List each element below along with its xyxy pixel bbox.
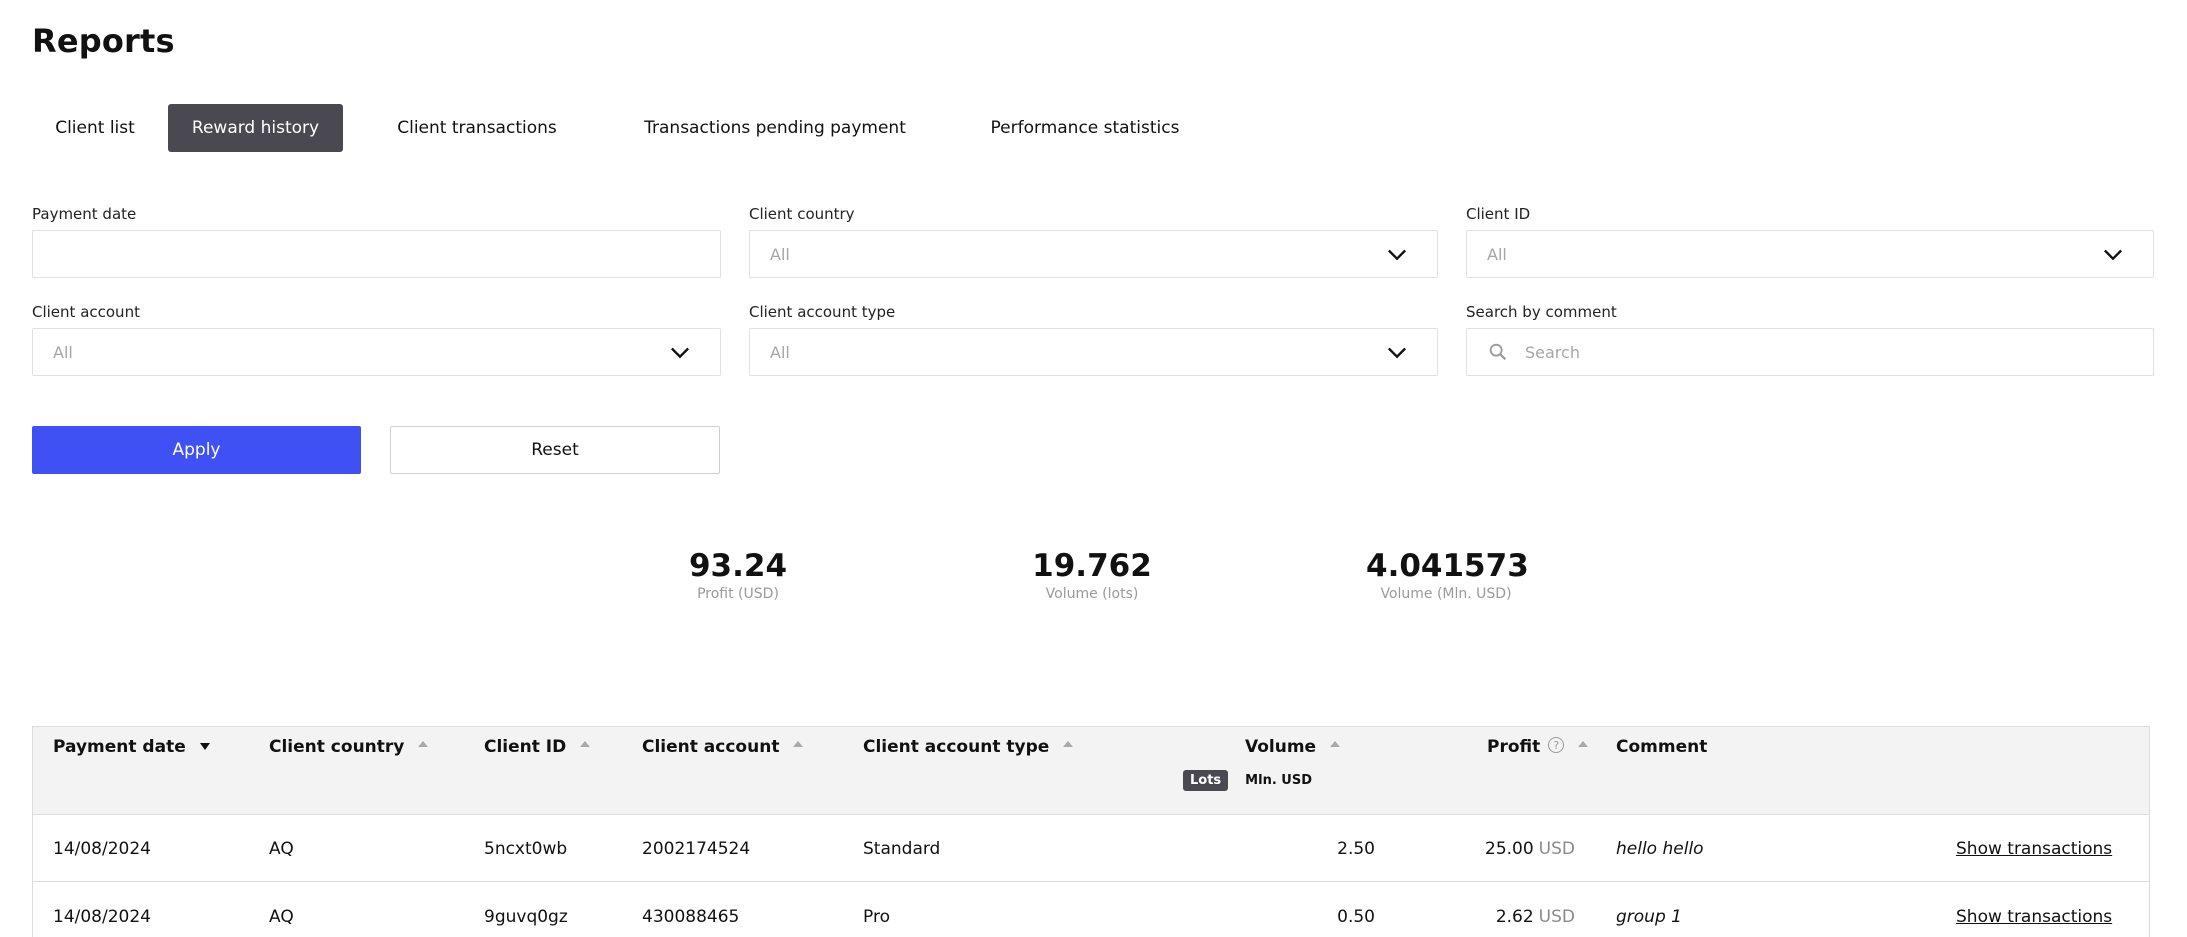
unit-lots-option[interactable]: Lots: [1183, 770, 1229, 791]
search-placeholder: Search: [1525, 342, 1580, 362]
cell-client-id: 9guvq0gz: [484, 906, 568, 927]
cell-profit: 25.00 USD: [1413, 815, 1575, 882]
client-account-type-value: All: [770, 342, 790, 362]
sort-asc-icon: [1063, 741, 1074, 747]
show-transactions-link-label[interactable]: Show transactions: [1956, 907, 2112, 927]
col-payment-date[interactable]: Payment date: [53, 737, 210, 757]
cell-profit-value: 25.00: [1485, 838, 1534, 859]
client-account-select[interactable]: All: [32, 328, 721, 376]
report-tabs: Client list Reward history Client transa…: [32, 104, 1221, 152]
summary-volume-usd: 4.041573 Volume (Mln. USD): [1366, 548, 1529, 602]
col-payment-date-label: Payment date: [53, 737, 186, 757]
summary-profit-label: Profit (USD): [697, 586, 779, 602]
client-id-value: All: [1487, 244, 1507, 264]
table-row: 14/08/2024 AQ 9guvq0gz 430088465 Pro 0.5…: [33, 883, 2149, 937]
cell-client-country: AQ: [269, 906, 294, 927]
tab-reward-history[interactable]: Reward history: [168, 104, 343, 152]
col-client-account-type[interactable]: Client account type: [863, 737, 1074, 757]
col-profit[interactable]: Profit?: [1487, 737, 1589, 757]
sort-asc-icon: [580, 741, 591, 747]
client-account-type-label: Client account type: [749, 303, 896, 321]
sort-desc-icon: [199, 742, 210, 750]
cell-profit-value: 2.62: [1495, 906, 1534, 927]
sort-asc-icon: [418, 741, 429, 747]
tab-client-transactions[interactable]: Client transactions: [353, 104, 601, 152]
client-account-label: Client account: [32, 303, 140, 321]
col-volume[interactable]: Volume: [1245, 737, 1341, 757]
tab-transactions-pending-payment[interactable]: Transactions pending payment: [611, 104, 939, 152]
summary-profit: 93.24 Profit (USD): [678, 548, 798, 602]
client-account-type-select[interactable]: All: [749, 328, 1438, 376]
col-client-account-label: Client account: [642, 737, 780, 757]
help-icon[interactable]: ?: [1548, 737, 1565, 753]
sort-asc-icon: [1330, 741, 1341, 747]
reset-button[interactable]: Reset: [390, 426, 720, 474]
summary-volume-lots-value: 19.762: [1032, 548, 1152, 584]
summary-profit-value: 93.24: [688, 548, 788, 584]
cell-profit-currency: USD: [1538, 906, 1575, 927]
summary-volume-lots: 19.762 Volume (lots): [1032, 548, 1152, 602]
cell-comment: hello hello: [1616, 838, 1704, 859]
client-country-select[interactable]: All: [749, 230, 1438, 278]
cell-volume: 2.50: [1337, 838, 1375, 859]
col-profit-label: Profit: [1487, 737, 1541, 757]
unit-mln-usd-option[interactable]: Mln. USD: [1238, 770, 1319, 791]
table-header: Payment date Client country Client ID Cl…: [33, 727, 2149, 815]
cell-client-account: 430088465: [642, 906, 740, 927]
sort-asc-icon: [793, 741, 804, 747]
search-by-comment-input[interactable]: Search: [1466, 328, 2154, 376]
client-id-label: Client ID: [1466, 205, 1531, 223]
client-country-value: All: [770, 244, 790, 264]
cell-client-account-type: Standard: [863, 838, 941, 859]
chevron-down-icon: [2104, 249, 2122, 261]
search-by-comment-label: Search by comment: [1466, 303, 1617, 321]
cell-client-country: AQ: [269, 838, 294, 859]
col-comment: Comment: [1616, 737, 1708, 757]
cell-client-account: 2002174524: [642, 838, 751, 859]
search-icon: [1489, 343, 1507, 361]
cell-payment-date: 14/08/2024: [53, 906, 151, 927]
tab-client-list[interactable]: Client list: [32, 104, 158, 152]
tab-performance-statistics[interactable]: Performance statistics: [949, 104, 1221, 152]
col-client-account-type-label: Client account type: [863, 737, 1050, 757]
summary-volume-usd-value: 4.041573: [1366, 548, 1529, 584]
show-transactions-link[interactable]: Show transactions: [1956, 883, 2112, 937]
payment-date-field[interactable]: [32, 230, 721, 278]
summary-volume-lots-label: Volume (lots): [1045, 586, 1139, 602]
col-client-id[interactable]: Client ID: [484, 737, 591, 757]
payment-date-label: Payment date: [32, 205, 137, 223]
col-client-country[interactable]: Client country: [269, 737, 429, 757]
show-transactions-link[interactable]: Show transactions: [1956, 815, 2112, 882]
cell-payment-date: 14/08/2024: [53, 838, 151, 859]
summary-volume-usd-label: Volume (Mln. USD): [1380, 586, 1512, 602]
col-volume-label: Volume: [1245, 737, 1317, 757]
chevron-down-icon: [671, 347, 689, 359]
page-title: Reports: [32, 22, 175, 60]
col-client-country-label: Client country: [269, 737, 405, 757]
chevron-down-icon: [1388, 249, 1406, 261]
table-row: 14/08/2024 AQ 5ncxt0wb 2002174524 Standa…: [33, 815, 2149, 882]
reward-history-table: Payment date Client country Client ID Cl…: [32, 726, 2150, 937]
col-client-id-label: Client ID: [484, 737, 567, 757]
show-transactions-link-label[interactable]: Show transactions: [1956, 839, 2112, 859]
cell-comment: group 1: [1616, 906, 1682, 927]
sort-asc-icon: [1578, 741, 1589, 747]
cell-volume: 0.50: [1337, 906, 1375, 927]
cell-client-account-type: Pro: [863, 906, 890, 927]
volume-unit-toggle: Lots Mln. USD: [1183, 770, 1319, 791]
cell-profit: 2.62 USD: [1413, 883, 1575, 937]
client-id-select[interactable]: All: [1466, 230, 2154, 278]
client-account-value: All: [53, 342, 73, 362]
chevron-down-icon: [1388, 347, 1406, 359]
client-country-label: Client country: [749, 205, 855, 223]
cell-client-id: 5ncxt0wb: [484, 838, 568, 859]
col-client-account[interactable]: Client account: [642, 737, 804, 757]
cell-profit-currency: USD: [1538, 838, 1575, 859]
apply-button[interactable]: Apply: [32, 426, 361, 474]
